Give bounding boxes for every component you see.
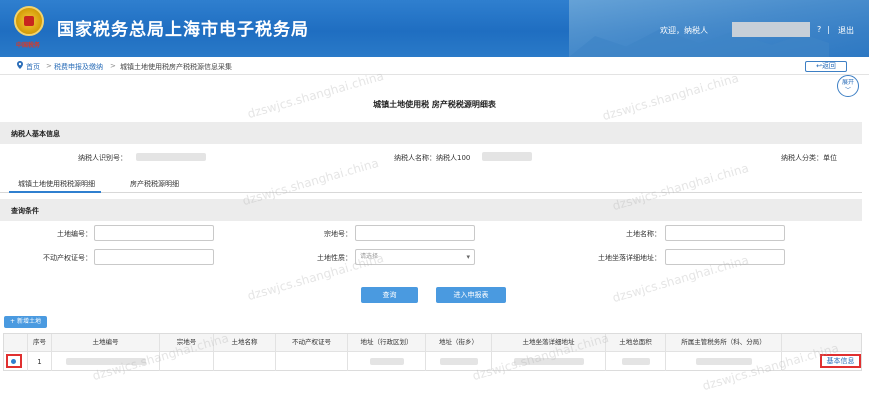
table-cell-property-cert: [276, 351, 348, 371]
add-land-button[interactable]: + 新增土地: [4, 316, 47, 328]
tab-bar: 城镇土地使用税税源明细 房产税税源明细: [0, 174, 862, 193]
watermark: dzswjcs.shanghai.china: [600, 70, 741, 124]
table-cell-parcel-no: [160, 351, 214, 371]
masked-value: [696, 358, 752, 365]
tax-emblem-icon: [14, 6, 44, 36]
masked-value: [514, 358, 584, 365]
breadcrumb-arrow: >: [46, 62, 52, 70]
taxpayer-type-label: 纳税人分类：单位: [781, 154, 837, 162]
table-header-land-name: 土地名称: [214, 334, 276, 351]
land-address-input[interactable]: [665, 249, 785, 265]
taxpayer-section-header: 纳税人基本信息: [0, 122, 862, 144]
taxpayer-id-label: 纳税人识别号：: [78, 154, 127, 162]
row-select-radio[interactable]: [11, 359, 16, 364]
table-header-admin-region: 地址（行政区划）: [348, 334, 426, 351]
table-cell-street: [426, 351, 492, 371]
taxpayer-name-label: 纳税人名称：纳税人100: [394, 154, 471, 162]
welcome-text: 欢迎，纳税人: [660, 26, 708, 35]
back-button[interactable]: ↩返回: [805, 61, 847, 72]
breadcrumb: 首页 > 税费申报及缴纳 > 城镇土地使用税房产税税源信息采集: [0, 57, 869, 75]
breadcrumb-home[interactable]: 首页: [26, 62, 40, 72]
masked-value: [370, 358, 404, 365]
masked-value: [622, 358, 650, 365]
user-mark: ?: [817, 25, 822, 34]
taxpayer-id-mask: [136, 153, 206, 161]
parcel-no-label: 宗地号：: [324, 230, 352, 238]
tab-land-use-tax[interactable]: 城镇土地使用税税源明细: [18, 179, 95, 189]
table-cell-index: 1: [28, 351, 52, 371]
tab-property-tax[interactable]: 房产税税源明细: [130, 179, 179, 189]
table-header-detail-address: 土地坐落详细地址: [492, 334, 606, 351]
table-cell-land-name: [214, 351, 276, 371]
table-header-action: [782, 334, 861, 351]
breadcrumb-current: 城镇土地使用税房产税税源信息采集: [120, 63, 232, 71]
query-button[interactable]: 查询: [361, 287, 418, 303]
masked-value: [66, 358, 146, 365]
watermark: dzswjcs.shanghai.china: [245, 68, 386, 122]
username-mask: [732, 22, 810, 37]
masked-value: [440, 358, 478, 365]
table-cell-tax-office: [666, 351, 782, 371]
taxpayer-name-mask: [482, 152, 532, 161]
location-pin-icon: [17, 61, 23, 69]
table-cell-admin-region: [348, 351, 426, 371]
query-section-title: 查询条件: [11, 207, 39, 215]
table-header-index: 序号: [28, 334, 52, 351]
breadcrumb-arrow: >: [110, 62, 116, 70]
property-cert-label: 不动产权证号：: [43, 254, 92, 262]
land-address-label: 土地坐落详细地址：: [598, 254, 661, 262]
basic-info-button[interactable]: 基本信息: [820, 354, 861, 368]
table-cell-total-area: [606, 351, 666, 371]
page: 中国税务 国家税务总局上海市电子税务局 欢迎，纳税人 ? | 退出 首页 > 税…: [0, 0, 869, 404]
chevron-down-icon: ﹀: [844, 87, 851, 94]
land-no-label: 土地编号：: [57, 230, 92, 238]
active-tab-indicator: [9, 191, 101, 193]
table-header-parcel-no: 宗地号: [160, 334, 214, 351]
table-header-select: [4, 334, 28, 351]
expand-button-label: 展开: [841, 79, 854, 86]
logout-link[interactable]: 退出: [838, 25, 854, 36]
parcel-no-input[interactable]: [355, 225, 475, 241]
logo-subtitle: 中国税务: [15, 42, 40, 49]
property-cert-input[interactable]: [94, 249, 214, 265]
land-nature-select[interactable]: 请选择: [355, 249, 475, 265]
table-header-property-cert: 不动产权证号: [276, 334, 348, 351]
table-header-street: 地址（街乡）: [426, 334, 492, 351]
table-header-total-area: 土地总面积: [606, 334, 666, 351]
expand-button[interactable]: 展开 ﹀: [837, 75, 859, 97]
table-cell-land-no: [52, 351, 160, 371]
table-header-tax-office: 所属主管税务所（科、分局）: [666, 334, 782, 351]
taxpayer-section-title: 纳税人基本信息: [11, 130, 60, 138]
land-name-label: 土地名称：: [626, 230, 661, 238]
enter-report-button[interactable]: 进入申报表: [436, 287, 506, 303]
header-separator: |: [827, 25, 830, 34]
site-title: 国家税务总局上海市电子税务局: [57, 20, 309, 40]
header: 中国税务 国家税务总局上海市电子税务局 欢迎，纳税人 ? | 退出: [0, 0, 869, 57]
land-nature-label: 土地性质：: [317, 254, 352, 262]
breadcrumb-tax-filing[interactable]: 税费申报及缴纳: [54, 62, 103, 72]
back-button-label: 返回: [821, 62, 836, 70]
land-table: 序号 土地编号 宗地号 土地名称 不动产权证号 地址（行政区划） 地址（街乡） …: [3, 333, 862, 371]
query-section-header: 查询条件: [0, 199, 862, 221]
land-name-input[interactable]: [665, 225, 785, 241]
page-title: 城镇土地使用税 房产税税源明细表: [373, 100, 496, 109]
table-header-land-no: 土地编号: [52, 334, 160, 351]
table-cell-detail-address: [492, 351, 606, 371]
land-no-input[interactable]: [94, 225, 214, 241]
